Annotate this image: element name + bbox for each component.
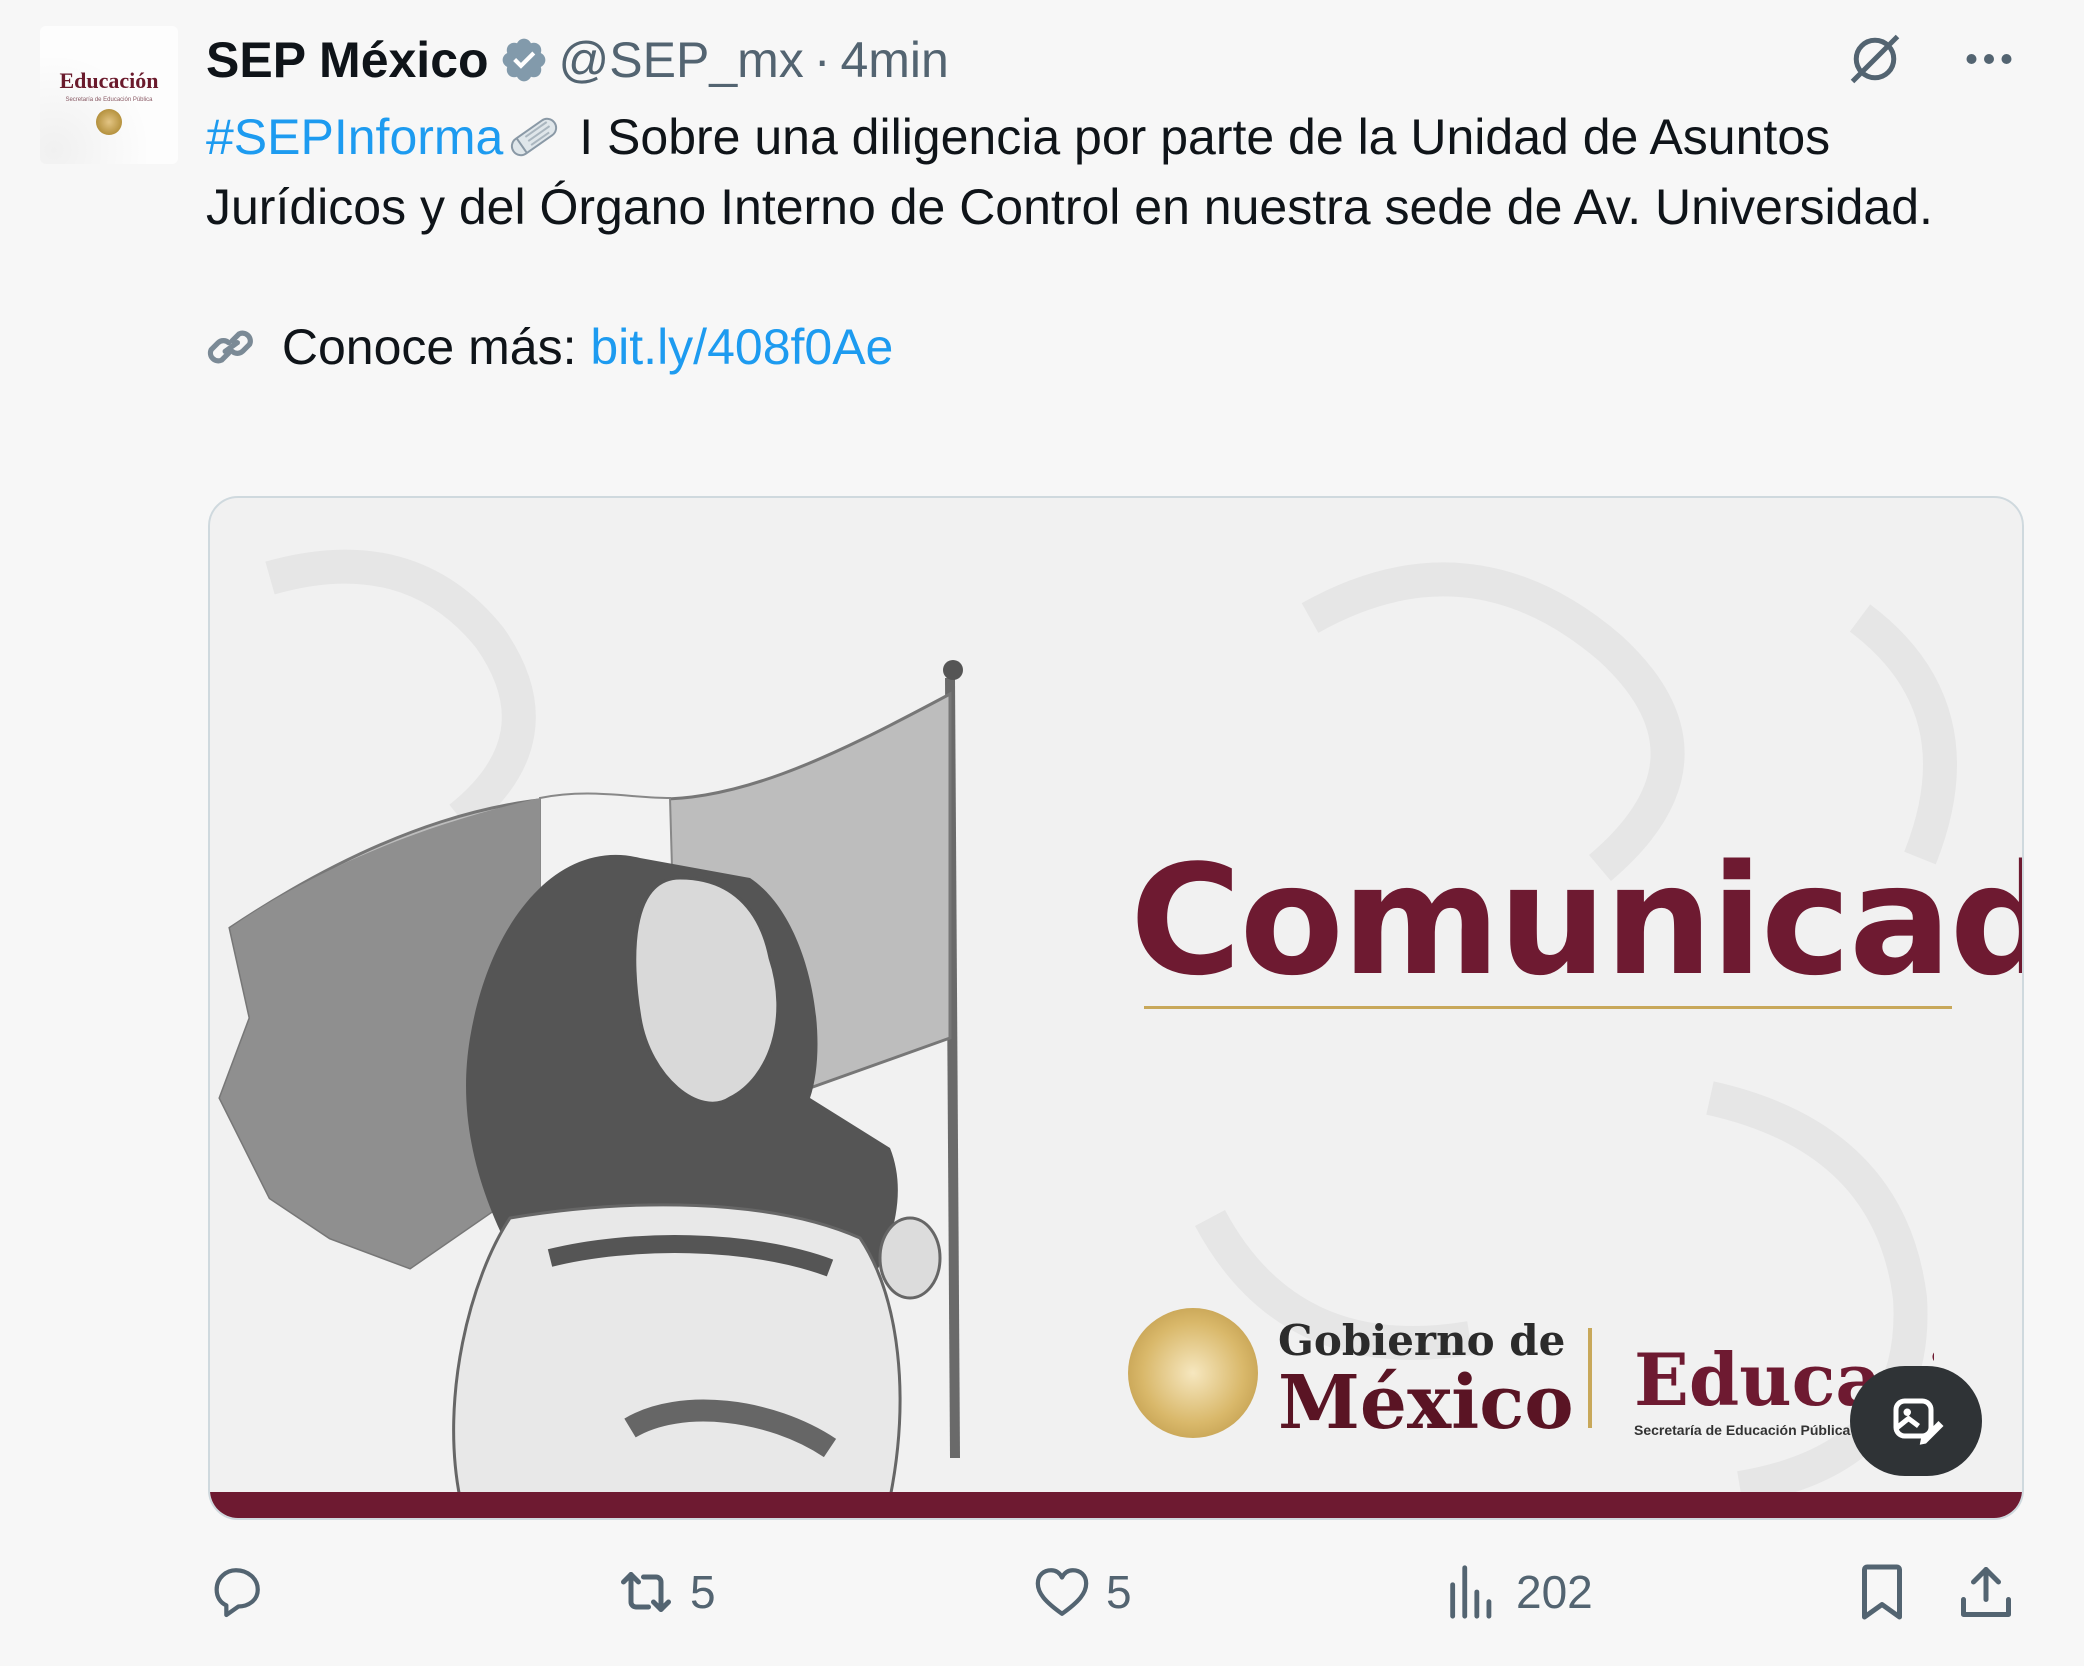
headline: Comunicado: [1130, 832, 2022, 1009]
timestamp[interactable]: 4min: [840, 31, 948, 89]
gobierno-line1: Gobierno de: [1278, 1316, 1566, 1365]
more-info-label: Conoce más:: [268, 319, 591, 375]
views-button[interactable]: 202: [1442, 1562, 1593, 1622]
image-edit-icon: [1893, 1398, 1944, 1445]
image-edit-button[interactable]: [1850, 1366, 1982, 1476]
seal-icon: [96, 109, 122, 135]
gobierno-line2: México: [1278, 1360, 1574, 1446]
logo-divider: [1588, 1328, 1592, 1428]
newspaper-emoji-icon: [503, 110, 565, 164]
reply-icon: [206, 1562, 266, 1622]
repost-icon: [616, 1562, 676, 1622]
repost-button[interactable]: 5: [616, 1562, 716, 1622]
tweet-top-actions: [1844, 28, 2020, 90]
views-count: 202: [1516, 1566, 1593, 1618]
avatar[interactable]: Educación Secretaría de Educación Públic…: [40, 26, 178, 164]
tweet-action-bar: 5 5 202: [206, 1562, 2026, 1638]
tweet-media-image[interactable]: Comunicado Gobierno de México Educación …: [208, 496, 2024, 1520]
share-button[interactable]: [1956, 1562, 2016, 1622]
heart-icon: [1032, 1562, 1092, 1622]
more-options-icon[interactable]: [1958, 28, 2020, 90]
like-count: 5: [1106, 1566, 1132, 1618]
share-icon: [1956, 1562, 2016, 1622]
views-chart-icon: [1442, 1562, 1502, 1622]
maroon-footer-bar: [210, 1492, 2022, 1518]
reply-button[interactable]: [206, 1562, 280, 1622]
avatar-pattern: [40, 26, 178, 164]
author-name[interactable]: SEP México: [206, 31, 489, 89]
hashtag-link[interactable]: #SEPInforma: [206, 109, 503, 165]
separator-dot: ·: [813, 32, 831, 88]
short-link[interactable]: bit.ly/408f0Ae: [590, 319, 893, 375]
bookmark-button[interactable]: [1852, 1562, 1912, 1622]
repost-count: 5: [690, 1566, 716, 1618]
gold-divider: [1144, 1006, 1952, 1009]
tweet-text: #SEPInforma I Sobre una diligencia por p…: [206, 102, 1986, 382]
verified-badge-icon[interactable]: [499, 35, 549, 85]
author-handle[interactable]: @SEP_mx: [559, 31, 804, 89]
bookmark-icon: [1852, 1562, 1912, 1622]
tweet-header: SEP México @SEP_mx · 4min: [206, 30, 949, 90]
grok-icon[interactable]: [1844, 28, 1906, 90]
like-button[interactable]: 5: [1032, 1562, 1132, 1622]
avatar-subtext: Secretaría de Educación Pública: [65, 97, 153, 103]
gobierno-logo: Gobierno de México: [1278, 1316, 1574, 1441]
national-seal-icon: [1128, 1308, 1258, 1438]
avatar-text: Educación: [59, 68, 159, 93]
link-emoji-icon: [206, 320, 268, 374]
